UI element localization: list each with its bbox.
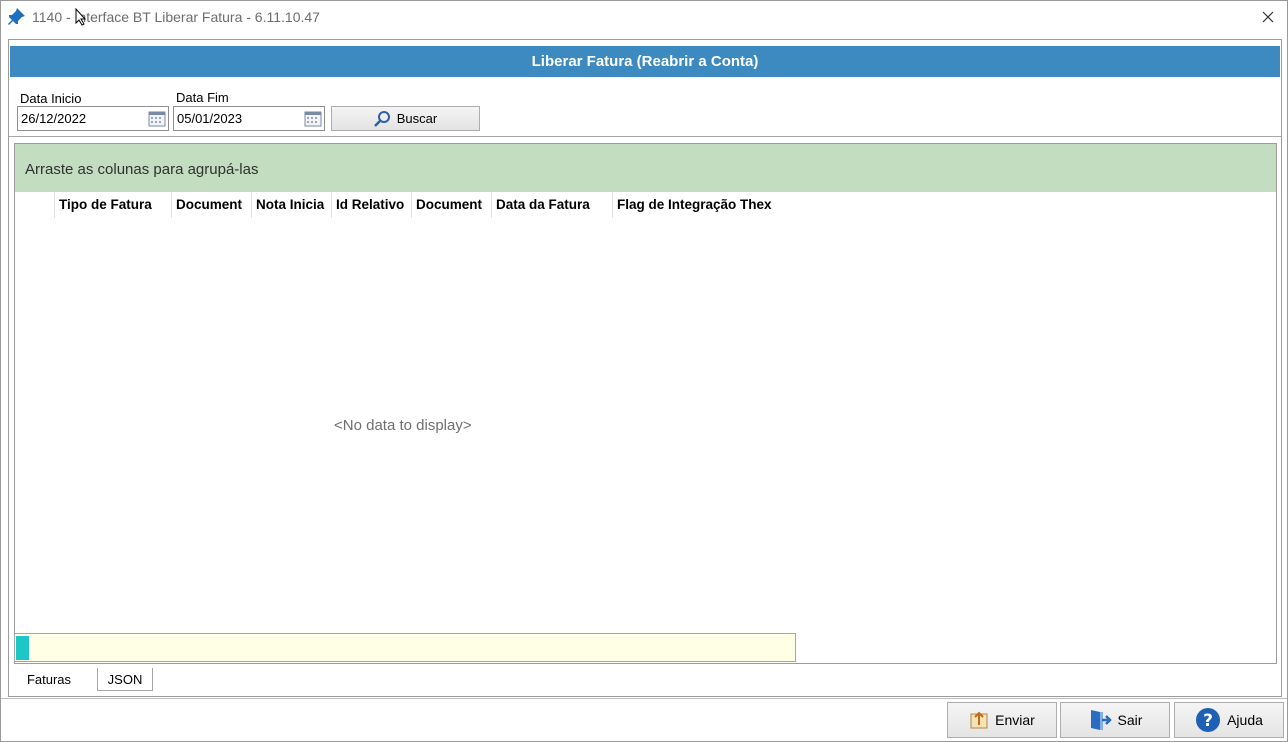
close-button[interactable]: [1253, 3, 1283, 31]
start-date-value: 26/12/2022: [21, 111, 87, 126]
column-header[interactable]: Nota Inicia: [252, 192, 332, 218]
help-icon: ?: [1196, 708, 1221, 732]
column-header-row: Tipo de Fatura Document Nota Inicia Id R…: [15, 192, 1276, 218]
end-date-field[interactable]: 05/01/2023: [173, 106, 325, 131]
app-window: 1140 - Interface BT Liberar Fatura - 6.1…: [0, 0, 1288, 742]
upload-icon: [970, 711, 988, 729]
column-header[interactable]: Flag de Integração Thex: [613, 192, 793, 218]
mouse-cursor-icon: [75, 8, 87, 26]
footer-divider: [1, 698, 1287, 699]
end-date-value: 05/01/2023: [177, 111, 243, 126]
page-title: Liberar Fatura (Reabrir a Conta): [10, 46, 1280, 77]
column-header[interactable]: Data da Fatura: [492, 192, 613, 218]
group-by-panel[interactable]: Arraste as colunas para agrupá-las: [15, 144, 1276, 192]
column-header[interactable]: Document: [172, 192, 252, 218]
column-header[interactable]: Tipo de Fatura: [55, 192, 172, 218]
search-button[interactable]: Buscar: [331, 106, 480, 131]
indicator-column-header: [29, 192, 55, 218]
invoice-grid[interactable]: Arraste as colunas para agrupá-las Tipo …: [14, 143, 1277, 664]
start-date-label: Data Inicio: [20, 91, 82, 106]
tab-faturas[interactable]: Faturas: [16, 668, 82, 691]
empty-grid-message: <No data to display>: [334, 417, 472, 434]
group-by-hint: Arraste as colunas para agrupá-las: [25, 161, 259, 178]
search-button-label: Buscar: [396, 111, 438, 126]
main-panel: Liberar Fatura (Reabrir a Conta) Data In…: [8, 39, 1282, 697]
column-header[interactable]: Id Relativo: [332, 192, 412, 218]
tab-json[interactable]: JSON: [97, 668, 153, 691]
svg-text:?: ?: [1203, 711, 1213, 731]
status-indicator: [16, 636, 29, 660]
exit-button-label: Sair: [1117, 712, 1143, 728]
calendar-icon[interactable]: [304, 110, 322, 127]
pin-icon: [8, 8, 25, 25]
close-icon: [1262, 11, 1274, 23]
divider: [9, 136, 1281, 137]
exit-door-icon: [1090, 710, 1112, 730]
search-icon: [373, 111, 390, 127]
help-button[interactable]: ? Ajuda: [1174, 702, 1284, 738]
calendar-icon[interactable]: [148, 110, 166, 127]
send-button-label: Enviar: [995, 712, 1035, 728]
title-bar: 1140 - Interface BT Liberar Fatura - 6.1…: [1, 1, 1287, 33]
send-button[interactable]: Enviar: [947, 702, 1057, 738]
status-strip: [14, 633, 796, 662]
column-header[interactable]: Document: [412, 192, 492, 218]
exit-button[interactable]: Sair: [1060, 702, 1170, 738]
end-date-label: Data Fim: [176, 90, 229, 105]
help-button-label: Ajuda: [1227, 712, 1263, 728]
start-date-field[interactable]: 26/12/2022: [17, 106, 169, 131]
